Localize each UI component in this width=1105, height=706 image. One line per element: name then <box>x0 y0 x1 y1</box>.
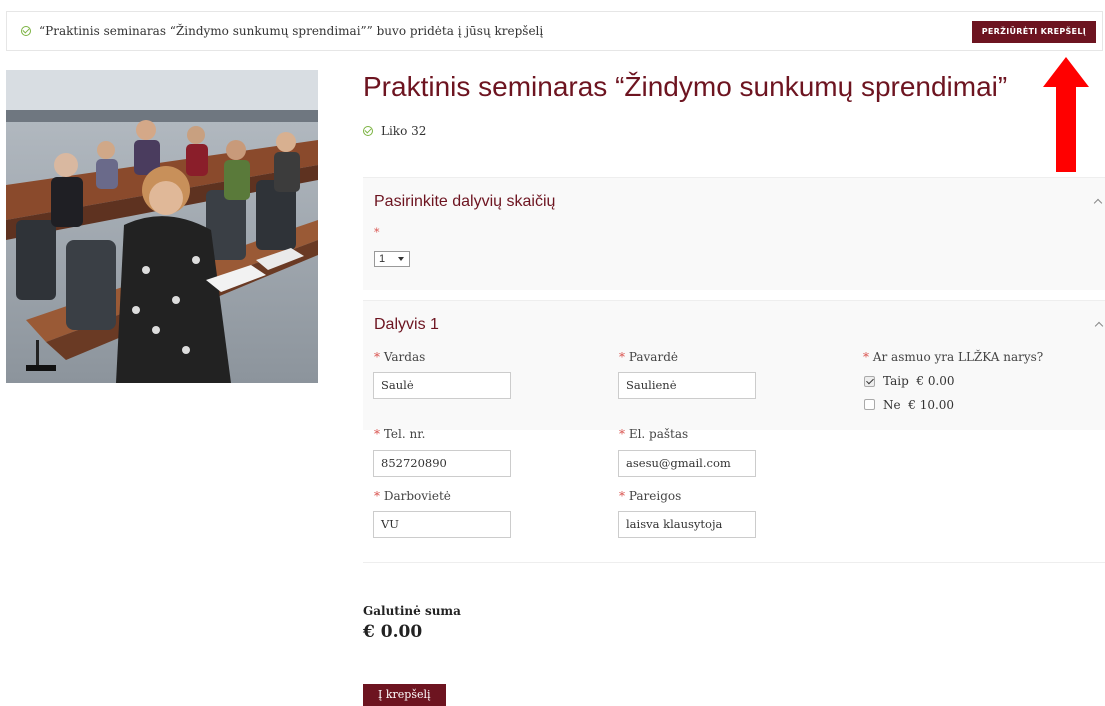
stock-text: Liko 32 <box>381 124 427 138</box>
notice-message: “Praktinis seminaras “Žindymo sunkumų sp… <box>39 24 544 38</box>
view-cart-button[interactable]: PERŽIŪRĖTI KREPŠELĮ <box>971 21 1096 43</box>
position-field[interactable]: laisva klausytoja <box>618 511 756 538</box>
participants-select[interactable]: 1 <box>374 251 410 267</box>
dropdown-arrow-icon <box>398 257 404 261</box>
red-arrow-icon <box>1043 57 1089 172</box>
check-circle-icon <box>363 126 373 136</box>
member-yes-label: Taip € 0.00 <box>883 374 955 388</box>
member-yes-checkbox[interactable] <box>864 376 875 387</box>
select-value: 1 <box>379 253 386 265</box>
phone-label: * Tel. nr. <box>374 427 426 441</box>
add-to-cart-button[interactable]: Į krepšelį <box>363 684 446 706</box>
member-no-label: Ne € 10.00 <box>883 398 955 412</box>
total-label: Galutinė suma <box>363 604 461 618</box>
phone-field[interactable]: 852720890 <box>373 450 511 477</box>
cart-notice: “Praktinis seminaras “Žindymo sunkumų sp… <box>6 11 1103 51</box>
product-title: Praktinis seminaras “Žindymo sunkumų spr… <box>363 71 1008 102</box>
position-label: * Pareigos <box>619 489 682 503</box>
first-name-field[interactable]: Saulė <box>373 372 511 399</box>
participants-count-panel: Pasirinkite dalyvių skaičių * 1 <box>363 177 1105 290</box>
member-question-label: * Ar asmuo yra LLŽKA narys? <box>863 350 1044 364</box>
check-circle-icon <box>21 26 31 36</box>
participant-panel <box>363 300 1105 431</box>
last-name-label: * Pavardė <box>619 350 678 364</box>
workplace-field[interactable]: VU <box>373 511 511 538</box>
email-label: * El. paštas <box>619 427 689 441</box>
member-no-checkbox[interactable] <box>864 399 875 410</box>
participant-title: Dalyvis 1 <box>374 316 439 333</box>
email-field[interactable]: asesu@gmail.com <box>618 450 756 477</box>
panel-title: Pasirinkite dalyvių skaičių <box>374 193 556 210</box>
first-name-label: * Vardas <box>374 350 426 364</box>
stock-status: Liko 32 <box>363 124 426 138</box>
last-name-field[interactable]: Saulienė <box>618 372 756 399</box>
chevron-up-icon[interactable] <box>1093 198 1103 208</box>
product-image <box>6 70 318 383</box>
total-value: € 0.00 <box>363 622 423 642</box>
workplace-label: * Darbovietė <box>374 489 451 503</box>
required-mark: * <box>374 226 380 239</box>
